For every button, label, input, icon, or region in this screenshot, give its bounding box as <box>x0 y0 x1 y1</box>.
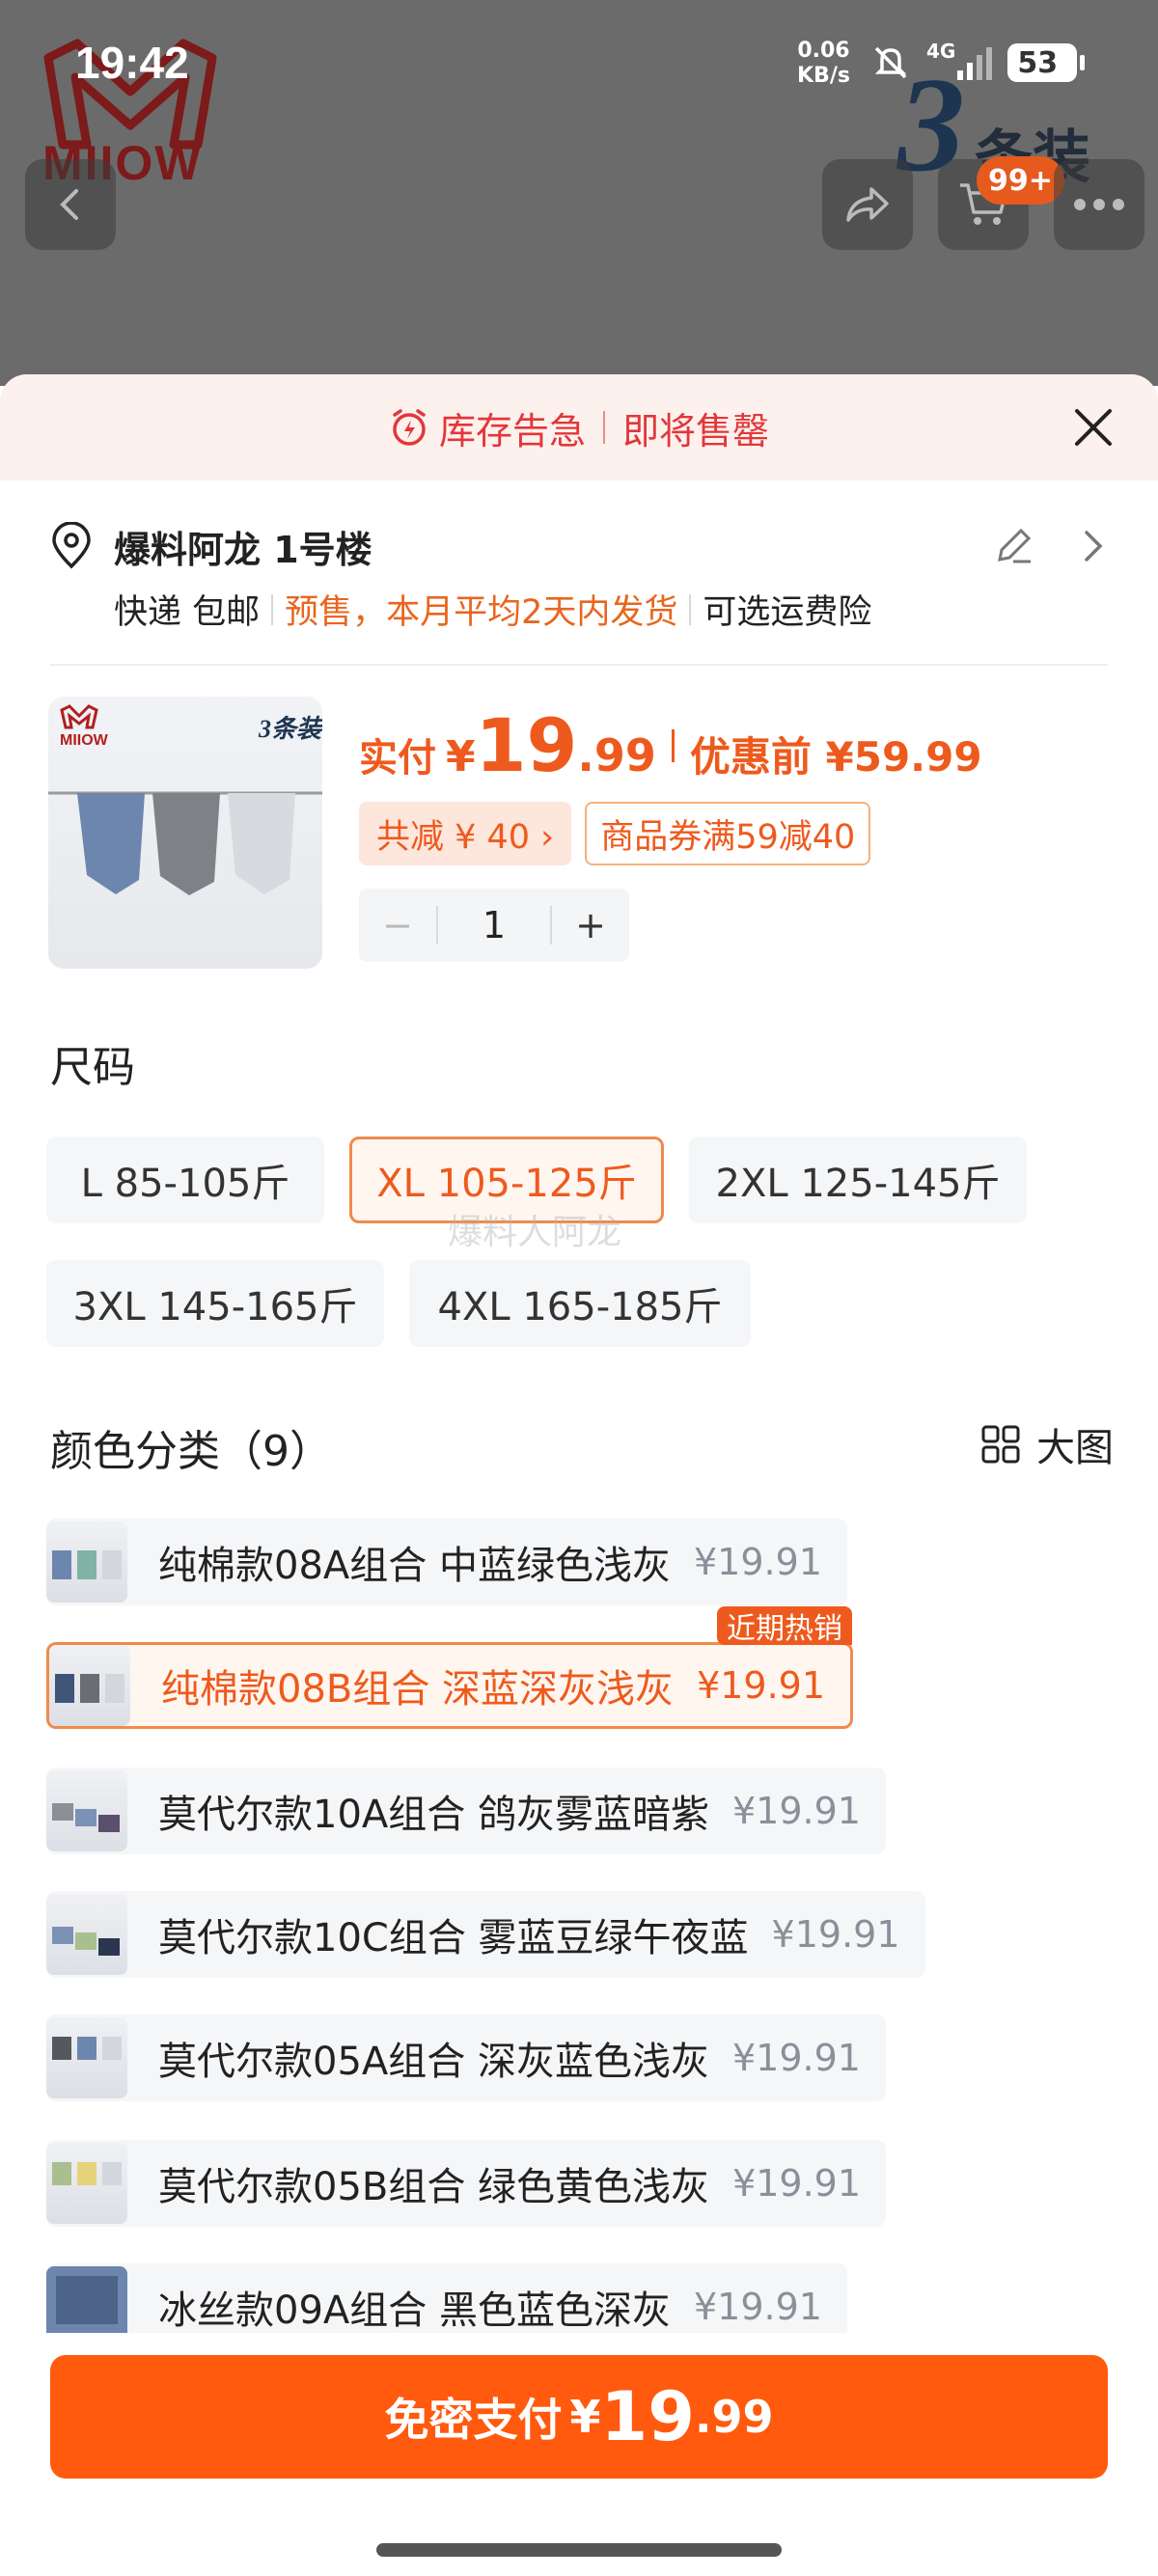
quantity-stepper: − 1 + <box>359 889 629 962</box>
size-option-3xl[interactable]: 3XL 145-165斤 <box>46 1260 384 1347</box>
size-section-title: 尺码 <box>50 1043 135 1092</box>
variant-price: ¥19.91 <box>731 2037 861 2079</box>
more-button[interactable] <box>1054 159 1144 250</box>
color-option[interactable]: 莫代尔款05A组合 深灰蓝色浅灰 ¥19.91 <box>46 2014 886 2101</box>
price-integer: 19 <box>475 702 578 788</box>
network-speed: 0.06 KB/s <box>797 39 850 89</box>
back-button[interactable] <box>25 159 116 250</box>
sku-selection-sheet: 库存告急 即将售罄 爆料阿龙 1号楼 快递 包邮 预售，本月平均2天内发货 可选… <box>0 374 1158 2576</box>
variant-name: 莫代尔款10A组合 鸽灰雾蓝暗紫 <box>158 1793 709 1837</box>
currency-symbol: ¥ <box>446 732 476 781</box>
battery-icon: 53 <box>1007 43 1086 82</box>
presale-notice: 预售，本月平均2天内发货 <box>285 593 678 632</box>
original-price: 优惠前 ¥59.99 <box>689 733 982 781</box>
variant-price: ¥19.91 <box>731 1790 861 1832</box>
pay-button-currency: ¥ <box>569 2391 601 2443</box>
variant-price: ¥19.91 <box>693 2286 822 2328</box>
stock-alert-bar: 库存告急 即将售罄 <box>0 374 1158 480</box>
color-option[interactable]: 纯棉款08A组合 中蓝绿色浅灰 ¥19.91 <box>46 1519 847 1605</box>
color-option-selected[interactable]: 近期热销 纯棉款08B组合 深蓝深灰浅灰 ¥19.91 <box>46 1606 854 1729</box>
color-option[interactable]: 莫代尔款10C组合 雾蓝豆绿午夜蓝 ¥19.91 <box>46 1891 925 1978</box>
product-image-art: MIIOW 3条装 <box>48 704 322 895</box>
status-bar: 19:42 0.06 KB/s 4G 53 <box>0 0 1158 125</box>
size-option-2xl[interactable]: 2XL 125-145斤 <box>689 1137 1027 1223</box>
variant-name: 纯棉款08B组合 深蓝深灰浅灰 <box>161 1667 675 1712</box>
variant-thumbnail <box>46 1770 127 1851</box>
status-icons: 4G 53 <box>868 39 1086 87</box>
pay-button-label: 免密支付 <box>384 2394 563 2446</box>
price-decimal: .99 <box>577 729 656 781</box>
coupon-badge: 商品券满59减40 <box>585 802 871 865</box>
signal-icon <box>957 47 993 80</box>
variant-name: 莫代尔款05A组合 深灰蓝色浅灰 <box>158 2040 709 2084</box>
close-icon[interactable] <box>1069 403 1117 452</box>
network-type: 4G <box>926 40 956 63</box>
color-section-title: 颜色分类（9） <box>50 1427 332 1476</box>
section-divider <box>50 664 1108 666</box>
product-image-pack: 3条装 <box>258 715 322 743</box>
pay-button-price-integer: 19 <box>600 2377 695 2456</box>
size-option-4xl[interactable]: 4XL 165-185斤 <box>409 1260 751 1347</box>
shipping-address-row[interactable]: 爆料阿龙 1号楼 快递 包邮 预售，本月平均2天内发货 可选运费险 <box>50 519 1112 634</box>
more-dots-icon <box>1074 199 1124 210</box>
variant-name: 冰丝款09A组合 黑色蓝色深灰 <box>158 2288 671 2333</box>
divider <box>271 593 274 625</box>
hot-sale-tag: 近期热销 <box>717 1606 853 1646</box>
size-option-l[interactable]: L 85-105斤 <box>46 1137 324 1223</box>
pay-label: 实付 <box>359 736 436 781</box>
divider <box>689 593 692 625</box>
share-button[interactable] <box>822 159 913 250</box>
product-image-brand: MIIOW <box>60 732 109 749</box>
net-speed-unit: KB/s <box>797 64 850 88</box>
color-option[interactable]: 莫代尔款10A组合 鸽灰雾蓝暗紫 ¥19.91 <box>46 1768 886 1854</box>
chevron-left-icon <box>60 189 78 220</box>
pay-button-price-decimal: .99 <box>694 2391 774 2443</box>
variant-price: ¥19.91 <box>697 1664 826 1707</box>
price-block: 实付 ¥ 19 .99 优惠前 ¥59.99 共减 ¥ 40 › 商品券满59减… <box>359 702 1131 962</box>
edit-pencil-icon[interactable] <box>992 525 1034 567</box>
total-saving-badge[interactable]: 共减 ¥ 40 › <box>359 802 572 865</box>
product-image[interactable]: MIIOW 3条装 <box>48 697 322 969</box>
chevron-right-icon[interactable] <box>1077 527 1108 565</box>
variant-price: ¥19.91 <box>693 1541 822 1583</box>
variant-thumbnail <box>46 1894 127 1975</box>
password-free-pay-button[interactable]: 免密支付 ¥ 19 .99 <box>50 2355 1108 2479</box>
shipping-insurance: 可选运费险 <box>703 593 872 632</box>
alert-divider <box>603 411 605 444</box>
stock-warning-text: 库存告急 <box>438 409 586 452</box>
home-indicator[interactable] <box>376 2543 782 2557</box>
increase-button[interactable]: + <box>552 904 629 946</box>
decrease-button[interactable]: − <box>359 904 436 946</box>
variant-name: 莫代尔款05B组合 绿色黄色浅灰 <box>158 2165 710 2209</box>
variant-price: ¥19.91 <box>732 2162 862 2205</box>
price-divider <box>671 728 675 762</box>
quantity-value[interactable]: 1 <box>436 906 552 945</box>
mute-vibrate-icon <box>874 46 907 79</box>
address-title: 爆料阿龙 1号楼 <box>114 528 372 571</box>
variant-name: 纯棉款08A组合 中蓝绿色浅灰 <box>158 1544 671 1588</box>
delivery-method: 快递 包邮 <box>114 593 261 632</box>
clock: 19:42 <box>75 38 189 88</box>
variant-thumbnail <box>46 2017 127 2098</box>
share-icon <box>846 187 889 222</box>
alarm-clock-icon <box>393 409 426 446</box>
variant-thumbnail <box>49 1645 130 1726</box>
location-pin-icon <box>52 522 91 569</box>
variant-price: ¥19.91 <box>771 1913 900 1956</box>
price-row: 实付 ¥ 19 .99 优惠前 ¥59.99 <box>359 702 1131 788</box>
variant-thumbnail <box>46 2143 127 2224</box>
grid-view-icon <box>981 1425 1020 1464</box>
large-image-toggle[interactable]: 大图 <box>980 1416 1114 1472</box>
variant-name: 莫代尔款10C组合 雾蓝豆绿午夜蓝 <box>158 1916 749 1960</box>
cart-count-badge: 99+ <box>977 156 1064 205</box>
net-speed-value: 0.06 <box>797 39 850 63</box>
watermark-text: 爆料人阿龙 <box>448 1213 622 1252</box>
color-option[interactable]: 莫代尔款05B组合 绿色黄色浅灰 ¥19.91 <box>46 2140 887 2227</box>
variant-thumbnail <box>46 1521 127 1603</box>
sell-out-text: 即将售罄 <box>622 409 770 452</box>
large-image-label: 大图 <box>1036 1426 1114 1470</box>
